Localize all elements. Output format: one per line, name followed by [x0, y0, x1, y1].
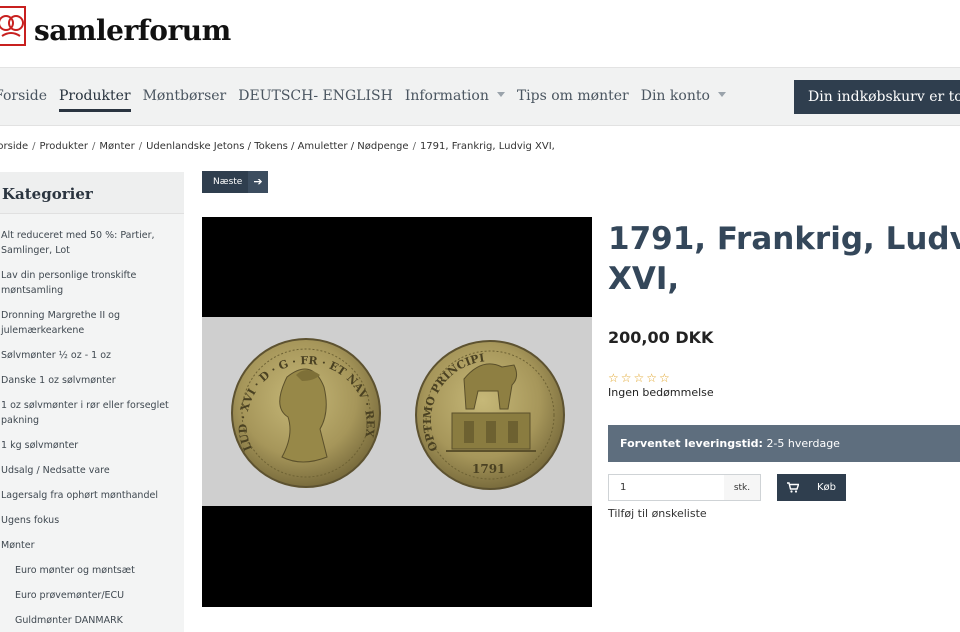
- chevron-down-icon: [717, 91, 726, 97]
- breadcrumb-separator: /: [32, 141, 36, 152]
- breadcrumb-separator: /: [138, 141, 143, 152]
- product-title-line: 1791, Frankrig, Ludvig: [608, 221, 960, 257]
- subcategory-item[interactable]: Guldmønter DANMARK: [0, 613, 184, 628]
- breadcrumb-item[interactable]: Udenlandske Jetons / Tokens / Amuletter …: [146, 141, 409, 152]
- product-title-line: XVI,: [608, 261, 680, 297]
- delivery-label: Forventet leveringstid:: [620, 437, 763, 450]
- nav-item-forside[interactable]: Forside: [0, 88, 47, 112]
- breadcrumb-item[interactable]: Produkter: [40, 141, 89, 152]
- site-header: samlerforum: [0, 0, 960, 68]
- sidebar-header: Kategorier: [0, 172, 184, 214]
- coin-year: 1791: [472, 462, 505, 476]
- product-title: 1791, Frankrig, Ludvig XVI,: [608, 219, 960, 299]
- cart-icon: [787, 482, 799, 493]
- category-item[interactable]: Ugens fokus: [0, 513, 184, 528]
- next-label: Næste: [213, 177, 243, 187]
- add-to-wishlist-link[interactable]: Tilføj til ønskeliste: [608, 507, 707, 520]
- category-item[interactable]: 1 kg sølvmønter: [0, 438, 184, 453]
- quantity-input[interactable]: [608, 474, 725, 501]
- nav-item-montborser[interactable]: Møntbørser: [143, 88, 227, 112]
- breadcrumb-current: 1791, Frankrig, Ludvig XVI,: [419, 141, 555, 152]
- coin-photo: LUD · XVI · D · G · FR · ET NAV · REX OP…: [202, 317, 592, 506]
- category-item[interactable]: Dronning Margrethe II og julemærkearkene: [0, 308, 184, 338]
- nav-item-deutsch-english[interactable]: DEUTSCH- ENGLISH: [238, 88, 393, 112]
- buy-button[interactable]: Køb: [777, 474, 846, 501]
- subcategory-item[interactable]: Euro mønter og møntsæt: [0, 563, 184, 578]
- nav-item-information[interactable]: Information: [405, 88, 505, 112]
- logo-text[interactable]: samlerforum: [34, 14, 231, 47]
- breadcrumb-item[interactable]: Forside: [0, 141, 28, 152]
- delivery-value: 2-5 hverdage: [766, 437, 840, 450]
- buy-label: Køb: [817, 482, 837, 493]
- category-sidebar: Kategorier Alt reduceret med 50 %: Parti…: [0, 172, 184, 632]
- nav-item-information-label: Information: [404, 88, 489, 104]
- breadcrumb: Forside/Produkter/Mønter/Udenlandske Jet…: [0, 141, 555, 152]
- category-item[interactable]: Danske 1 oz sølvmønter: [0, 373, 184, 388]
- chevron-down-icon: [496, 91, 505, 97]
- category-item-montre[interactable]: Mønter: [0, 538, 184, 553]
- category-item[interactable]: Alt reduceret med 50 %: Partier, Samling…: [0, 228, 184, 258]
- breadcrumb-separator: /: [92, 141, 96, 152]
- logo-icon[interactable]: [0, 6, 26, 46]
- breadcrumb-separator: /: [412, 141, 416, 152]
- delivery-info: Forventet leveringstid: 2-5 hverdage: [608, 425, 960, 462]
- category-list: Alt reduceret med 50 %: Partier, Samling…: [0, 228, 184, 632]
- star-rating-icon[interactable]: ☆☆☆☆☆: [608, 371, 672, 385]
- coin-obverse: LUD · XVI · D · G · FR · ET NAV · REX: [231, 338, 381, 488]
- nav-item-tips[interactable]: Tips om mønter: [517, 88, 629, 112]
- category-item[interactable]: Lav din personlige tronskifte møntsamlin…: [0, 268, 184, 298]
- next-button[interactable]: Næste ➔: [202, 171, 268, 193]
- product-image[interactable]: LUD · XVI · D · G · FR · ET NAV · REX OP…: [202, 217, 592, 607]
- subcategory-item[interactable]: Euro prøvemønter/ECU: [0, 588, 184, 603]
- main-nav: Forside Produkter Møntbørser DEUTSCH- EN…: [0, 68, 960, 126]
- coin-reverse: OPTIMO PRINCIPI 1791: [415, 340, 565, 490]
- breadcrumb-item[interactable]: Mønter: [99, 141, 134, 152]
- nav-item-din-konto-label: Din konto: [640, 88, 710, 104]
- product-price: 200,00 DKK: [608, 328, 714, 347]
- category-item[interactable]: 1 oz sølvmønter i rør eller forseglet pa…: [0, 398, 184, 428]
- category-item[interactable]: Lagersalg fra ophørt mønthandel: [0, 488, 184, 503]
- sidebar-title: Kategorier: [2, 185, 93, 203]
- category-item[interactable]: Udsalg / Nedsatte vare: [0, 463, 184, 478]
- rating-text: Ingen bedømmelse: [608, 386, 714, 399]
- quantity-unit: stk.: [724, 474, 761, 501]
- nav-item-produkter[interactable]: Produkter: [58, 88, 131, 112]
- cart-button[interactable]: Din indkøbskurv er tom: [794, 80, 960, 114]
- nav-item-din-konto[interactable]: Din konto: [641, 88, 726, 112]
- arrow-right-icon: ➔: [248, 171, 268, 193]
- category-item[interactable]: Sølvmønter ½ oz - 1 oz: [0, 348, 184, 363]
